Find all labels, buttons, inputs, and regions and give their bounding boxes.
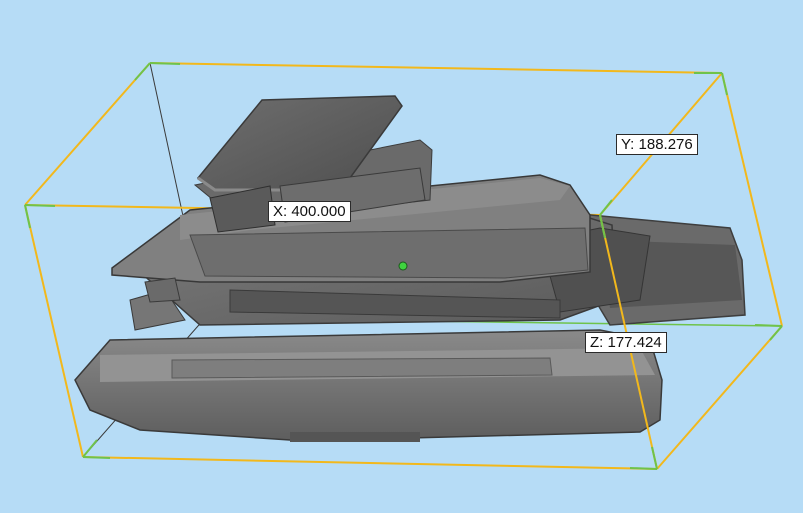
3d-viewport[interactable]: X: 400.000 Y: 188.276 Z: 177.424 xyxy=(0,0,803,513)
z-dimension-label: Z: 177.424 xyxy=(585,332,667,353)
x-dimension-label: X: 400.000 xyxy=(268,201,351,222)
pivot-point[interactable] xyxy=(398,261,408,271)
main-hull xyxy=(74,329,663,441)
y-dimension-label: Y: 188.276 xyxy=(616,134,698,155)
model-scene[interactable] xyxy=(0,0,803,513)
